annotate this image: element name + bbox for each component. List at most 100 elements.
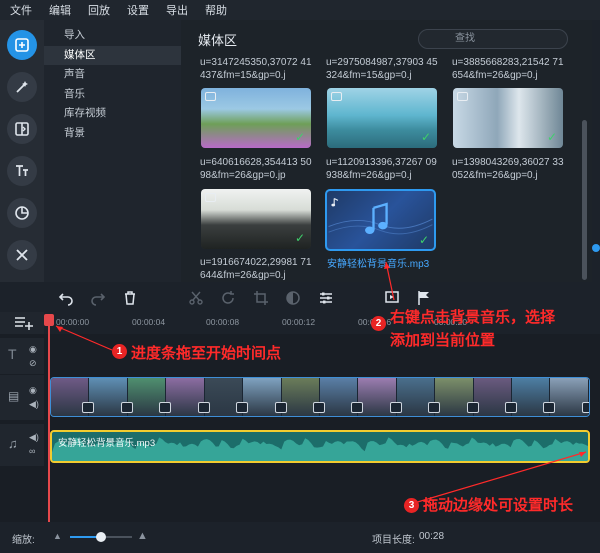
video-clip[interactable]: [473, 378, 518, 416]
photo-icon: [331, 92, 342, 101]
transition-icon[interactable]: [274, 402, 287, 413]
magic-wand-icon: [16, 81, 28, 93]
video-clip[interactable]: [281, 378, 325, 416]
status-bar: 缩放: ▲ ▲ 项目长度: 00:28: [0, 522, 600, 553]
category-import[interactable]: 导入: [44, 26, 181, 46]
transition-icon[interactable]: [466, 402, 479, 413]
transition-icon[interactable]: [581, 402, 589, 413]
media-caption: u=2975084987,37903 45324&fm=15&gp=0.j: [326, 57, 438, 81]
category-backgrounds[interactable]: 背景: [44, 124, 181, 144]
menu-file[interactable]: 文件: [10, 2, 32, 18]
rotate-icon[interactable]: [220, 290, 236, 306]
category-sounds[interactable]: 声音: [44, 65, 181, 85]
menu-edit[interactable]: 编辑: [49, 2, 71, 18]
media-bin-panel: 媒体区 查找 u=3147245350,37072 41437&fm=15&gp…: [181, 20, 592, 282]
video-clip[interactable]: [243, 378, 287, 416]
transition-icon[interactable]: [428, 402, 441, 413]
photo-icon: [205, 193, 216, 202]
music-note-icon: ♫: [8, 436, 18, 451]
link-icon[interactable]: ∞: [29, 446, 35, 456]
audio-clip[interactable]: 安静轻松背景音乐.mp3: [50, 430, 590, 463]
zoom-in-icon[interactable]: ▲: [137, 530, 148, 542]
title-track-header: T ◉ ⊘: [0, 338, 44, 374]
marker-flag-icon[interactable]: [416, 290, 432, 306]
clip-properties-icon[interactable]: [318, 290, 334, 306]
audio-media-item[interactable]: ✓: [325, 189, 436, 251]
eye-icon[interactable]: ◉: [29, 385, 37, 396]
speaker-icon[interactable]: ◀): [29, 432, 39, 443]
titles-track-icon: T: [8, 346, 17, 362]
transition-icon[interactable]: [389, 402, 402, 413]
redo-icon[interactable]: [90, 290, 106, 306]
media-caption: u=3147245350,37072 41437&fm=15&gp=0.j: [200, 57, 312, 81]
color-adjust-icon[interactable]: [285, 290, 301, 306]
cut-icon[interactable]: [188, 290, 204, 306]
more-tools-button[interactable]: [7, 240, 37, 270]
transition-icon[interactable]: [82, 402, 95, 413]
video-clip[interactable]: [358, 378, 402, 416]
slideshow-icon[interactable]: [384, 290, 400, 306]
checkmark-icon: ✓: [294, 130, 305, 144]
transitions-button[interactable]: [7, 114, 37, 144]
transition-icon[interactable]: [197, 402, 210, 413]
menu-playback[interactable]: 回放: [88, 2, 110, 18]
undo-icon[interactable]: [58, 290, 74, 306]
transition-icon[interactable]: [543, 402, 556, 413]
transition-icon[interactable]: [351, 402, 364, 413]
titles-button[interactable]: [7, 156, 37, 186]
stickers-icon: [15, 206, 29, 220]
add-track-button[interactable]: [0, 312, 44, 334]
delete-icon[interactable]: [122, 290, 138, 306]
zoom-out-icon[interactable]: ▲: [53, 531, 62, 541]
video-clip[interactable]: [204, 378, 249, 416]
transitions-icon: [15, 122, 29, 136]
speaker-icon[interactable]: ◀): [29, 399, 39, 410]
search-input[interactable]: 查找: [418, 29, 568, 49]
video-clip[interactable]: [550, 378, 589, 416]
media-item[interactable]: ✓: [201, 88, 311, 148]
import-button[interactable]: [7, 30, 37, 60]
video-clip[interactable]: [166, 378, 210, 416]
video-clip[interactable]: [512, 378, 556, 416]
video-clip[interactable]: [396, 378, 441, 416]
playhead-line[interactable]: [48, 314, 50, 524]
zoom-label: 缩放:: [12, 535, 35, 546]
media-scrollbar[interactable]: [582, 120, 587, 280]
media-item[interactable]: ✓: [201, 189, 311, 249]
annotation-text: 拖动边缘处可设置时长: [423, 497, 574, 514]
transition-icon[interactable]: [159, 402, 172, 413]
annotation-number-badge: 1: [112, 344, 127, 359]
category-stock-video[interactable]: 库存视频: [44, 104, 181, 124]
panel-splitter-handle[interactable]: [592, 244, 600, 252]
photo-icon: [205, 92, 216, 101]
video-clip[interactable]: [89, 378, 133, 416]
menu-settings[interactable]: 设置: [127, 2, 149, 18]
transition-icon[interactable]: [120, 402, 133, 413]
media-item[interactable]: ✓: [453, 88, 563, 148]
ruler-tick-label: 00:00:00: [56, 317, 90, 327]
crop-icon[interactable]: [253, 290, 269, 306]
playhead-handle[interactable]: [44, 314, 54, 326]
stickers-button[interactable]: [7, 198, 37, 228]
eye-icon[interactable]: ◉: [29, 344, 37, 355]
category-media-bin[interactable]: 媒体区: [44, 45, 181, 65]
video-track[interactable]: [50, 377, 590, 417]
video-clip[interactable]: [127, 378, 172, 416]
transition-icon[interactable]: [312, 402, 325, 413]
media-item[interactable]: ✓: [327, 88, 437, 148]
menu-export[interactable]: 导出: [166, 2, 188, 18]
menu-help[interactable]: 帮助: [205, 2, 227, 18]
video-clip[interactable]: [319, 378, 364, 416]
category-music[interactable]: 音乐: [44, 85, 181, 105]
checkmark-icon: ✓: [418, 233, 429, 247]
zoom-slider-handle[interactable]: [96, 532, 106, 542]
ruler-tick-label: 00:00:08: [206, 317, 240, 327]
annotation-text: 右键点击背景音乐，选择: [390, 309, 556, 326]
lock-icon[interactable]: ⊘: [29, 358, 37, 369]
transition-icon[interactable]: [236, 402, 249, 413]
filters-button[interactable]: [7, 72, 37, 102]
video-clip[interactable]: [51, 378, 95, 416]
transition-icon[interactable]: [505, 402, 518, 413]
annotation-number-badge: 3: [404, 498, 419, 513]
video-clip[interactable]: [435, 378, 479, 416]
